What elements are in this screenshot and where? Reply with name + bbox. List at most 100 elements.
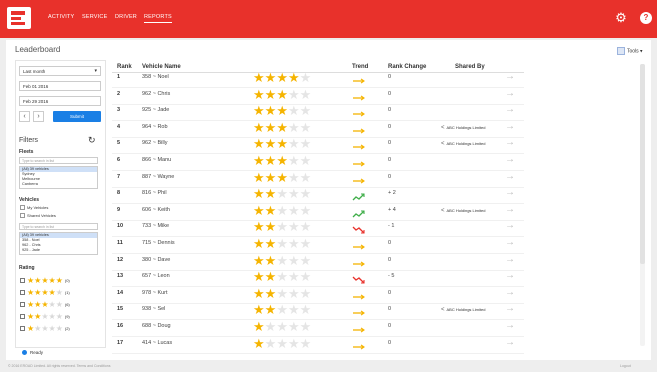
- table-row[interactable]: 6 866 ~ Manu ★★★★★ 0 →: [112, 153, 524, 171]
- star-icon: ★: [287, 236, 300, 251]
- vehicle-name-cell[interactable]: 962 ~ Chris: [142, 91, 170, 97]
- date-from-field[interactable]: Feb 01 2016: [19, 81, 101, 91]
- vehicle-name-cell[interactable]: 715 ~ Dennis: [142, 240, 175, 246]
- star-icon: ★: [264, 269, 277, 285]
- vehicle-name-cell[interactable]: 606 ~ Keith: [142, 207, 170, 213]
- arrow-right-icon[interactable]: →: [505, 254, 515, 265]
- table-row[interactable]: 12 380 ~ Dave ★★★★★ 0 →: [112, 253, 524, 271]
- table-row[interactable]: 8 816 ~ Phil ★★★★★ + 2 →: [112, 186, 524, 205]
- arrow-right-icon[interactable]: →: [505, 303, 515, 314]
- arrow-right-icon[interactable]: →: [505, 337, 515, 348]
- star-rating: ★★★★★: [253, 136, 311, 152]
- vehicle-name-cell[interactable]: 816 ~ Phil: [142, 190, 167, 196]
- arrow-right-icon[interactable]: →: [505, 320, 515, 331]
- arrow-right-icon[interactable]: →: [505, 187, 515, 198]
- list-item[interactable]: Canberra: [20, 182, 97, 187]
- col-header-vehicle[interactable]: Vehicle Name: [142, 64, 181, 70]
- trend-flat-icon: [352, 239, 366, 250]
- vehicle-name-cell[interactable]: 380 ~ Dave: [142, 257, 170, 263]
- table-row[interactable]: 2 962 ~ Chris ★★★★★ 0 →: [112, 87, 524, 105]
- col-header-trend[interactable]: Trend: [352, 64, 368, 70]
- my-vehicles-checkbox[interactable]: My Vehicles: [20, 205, 48, 211]
- checkbox[interactable]: [20, 301, 25, 307]
- table-row[interactable]: 16 688 ~ Doug ★★★★★ 0 →: [112, 319, 524, 337]
- prev-period-button[interactable]: ‹: [19, 111, 30, 122]
- rating-filter-3[interactable]: ★★★★★ (6): [20, 300, 70, 310]
- table-row[interactable]: 5 962 ~ Billy ★★★★★ 0 < ABC Holdings Limited →: [112, 136, 524, 155]
- checkbox[interactable]: [20, 325, 25, 331]
- vehicle-name-cell[interactable]: 866 ~ Manu: [142, 157, 171, 163]
- vehicle-name-cell[interactable]: 925 ~ Jade: [142, 107, 169, 113]
- arrow-right-icon[interactable]: →: [505, 220, 515, 231]
- rank-cell: 6: [117, 157, 121, 163]
- trend-flat-icon: [352, 139, 366, 150]
- rating-filter-4[interactable]: ★★★★★ (1): [20, 288, 70, 298]
- tools-menu[interactable]: Tools ▾: [617, 47, 643, 55]
- vehicle-name-cell[interactable]: 962 ~ Billy: [142, 140, 168, 146]
- checkbox[interactable]: [20, 313, 25, 319]
- nav-activity[interactable]: ACTIVITY: [48, 14, 74, 20]
- vehicle-name-cell[interactable]: 358 ~ Noel: [142, 74, 169, 80]
- checkbox[interactable]: [20, 289, 25, 295]
- table-row[interactable]: 13 657 ~ Leon ★★★★★ - 5 →: [112, 269, 524, 288]
- date-to-field[interactable]: Feb 29 2016: [19, 96, 101, 106]
- fleets-search-input[interactable]: Type to search in list: [19, 157, 98, 164]
- star-rating: ★★★★★: [253, 103, 311, 119]
- arrow-right-icon[interactable]: →: [505, 171, 515, 182]
- table-row[interactable]: 4 964 ~ Rob ★★★★★ 0 < ABC Holdings Limited →: [112, 120, 524, 138]
- shared-vehicles-checkbox[interactable]: Shared Vehicles: [20, 213, 56, 219]
- scrollbar[interactable]: [640, 64, 645, 346]
- table-row[interactable]: 11 715 ~ Dennis ★★★★★ 0 →: [112, 236, 524, 254]
- vehicle-name-cell[interactable]: 688 ~ Doug: [142, 323, 171, 329]
- arrow-right-icon[interactable]: →: [505, 287, 515, 298]
- col-header-rank[interactable]: Rank: [117, 64, 132, 70]
- table-row[interactable]: 7 887 ~ Wayne ★★★★★ 0 →: [112, 170, 524, 188]
- arrow-right-icon[interactable]: →: [505, 121, 515, 132]
- arrow-right-icon[interactable]: →: [505, 71, 515, 82]
- vehicle-name-cell[interactable]: 733 ~ Mike: [142, 223, 169, 229]
- logout-link[interactable]: Logout: [620, 364, 631, 368]
- table-row[interactable]: 14 978 ~ Kurt ★★★★★ 0 →: [112, 286, 524, 304]
- vehicle-name-cell[interactable]: 978 ~ Kurt: [142, 290, 168, 296]
- scrollbar-thumb[interactable]: [640, 64, 645, 264]
- table-row[interactable]: 3 925 ~ Jade ★★★★★ 0 →: [112, 103, 524, 122]
- arrow-right-icon[interactable]: →: [505, 104, 515, 115]
- rating-filter-2[interactable]: ★★★★★ (9): [20, 312, 70, 322]
- vehicle-name-cell[interactable]: 657 ~ Leon: [142, 273, 170, 279]
- fleets-list[interactable]: (All) 39 vehicles Sydney Melbourne Canbe…: [19, 166, 98, 189]
- arrow-right-icon[interactable]: →: [505, 204, 515, 215]
- brand-logo[interactable]: [7, 7, 31, 29]
- table-row[interactable]: 1 358 ~ Noel ★★★★★ 0 →: [112, 70, 524, 88]
- period-select[interactable]: Last month ▾: [19, 66, 101, 76]
- vehicle-name-cell[interactable]: 414 ~ Lucas: [142, 340, 172, 346]
- vehicles-search-input[interactable]: Type to search in list: [19, 223, 98, 230]
- nav-driver[interactable]: DRIVER: [115, 14, 137, 20]
- checkbox[interactable]: [20, 277, 25, 283]
- col-header-rank-change[interactable]: Rank Change: [388, 64, 426, 70]
- help-icon[interactable]: ?: [640, 12, 652, 24]
- vehicles-list[interactable]: (All) 39 vehicles 358 - Noel 962 - Chris…: [19, 232, 98, 255]
- arrow-right-icon[interactable]: →: [505, 88, 515, 99]
- table-row[interactable]: 17 414 ~ Lucas ★★★★★ 0 →: [112, 336, 524, 354]
- arrow-right-icon[interactable]: →: [505, 270, 515, 281]
- refresh-icon[interactable]: ↻: [88, 135, 96, 146]
- rating-filter-5[interactable]: ★★★★★ (0): [20, 276, 70, 286]
- col-header-shared-by[interactable]: Shared By: [455, 64, 485, 70]
- next-period-button[interactable]: ›: [33, 111, 44, 122]
- star-icon: ★: [253, 219, 265, 235]
- rating-filter-1[interactable]: ★★★★★ (2): [20, 324, 70, 334]
- table-row[interactable]: 10 733 ~ Mike ★★★★★ - 1 →: [112, 219, 524, 238]
- vehicle-name-cell[interactable]: 964 ~ Rob: [142, 124, 168, 130]
- arrow-right-icon[interactable]: →: [505, 137, 515, 148]
- arrow-right-icon[interactable]: →: [505, 237, 515, 248]
- table-row[interactable]: 15 938 ~ Sel ★★★★★ 0 < ABC Holdings Limited →: [112, 302, 524, 321]
- vehicle-name-cell[interactable]: 887 ~ Wayne: [142, 174, 174, 180]
- table-row[interactable]: 9 606 ~ Keith ★★★★★ + 4 < ABC Holdings Limite…: [112, 203, 524, 221]
- arrow-right-icon[interactable]: →: [505, 154, 515, 165]
- submit-button[interactable]: Submit: [53, 111, 101, 122]
- gear-icon[interactable]: ⚙: [614, 11, 628, 25]
- nav-service[interactable]: SERVICE: [82, 14, 107, 20]
- nav-reports[interactable]: REPORTS: [144, 14, 172, 23]
- list-item[interactable]: 925 - Jade: [20, 248, 97, 253]
- vehicle-name-cell[interactable]: 938 ~ Sel: [142, 306, 165, 312]
